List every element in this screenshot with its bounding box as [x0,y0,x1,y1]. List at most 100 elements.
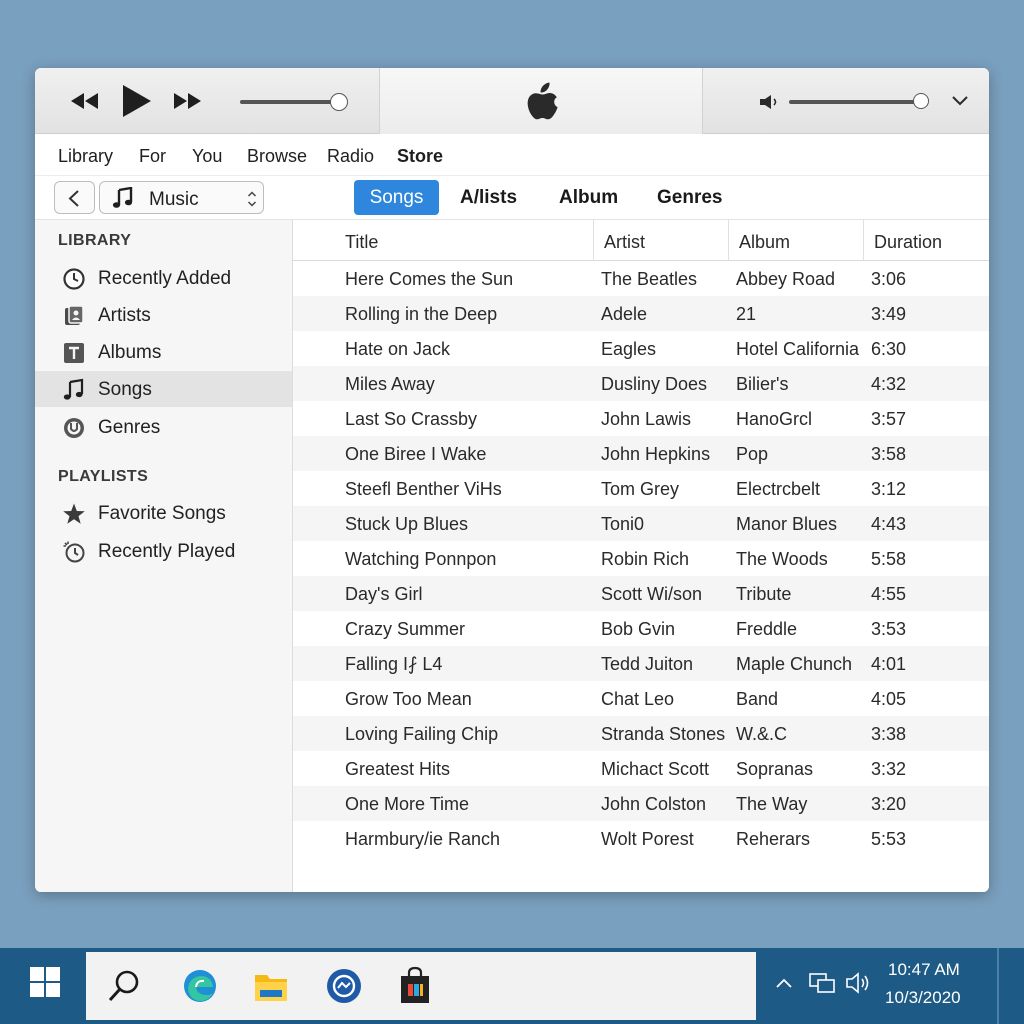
column-header-title[interactable]: Title [293,220,593,261]
cell-title: Last So Crassby [345,409,478,429]
star-icon [63,503,85,524]
table-row[interactable]: Harmbury/ie Ranch Wolt Porest Reherars 5:53 [293,821,989,856]
cell-artist: Chat Leo [601,689,675,709]
cell-artist: The Beatles [601,269,698,289]
playback-controls [35,68,379,134]
cell-artist: Toni0 [601,514,645,534]
clock-date[interactable]: 10/3/2020 [885,988,961,1008]
albums-icon [64,343,84,363]
sidebar-item-albums[interactable]: Albums [35,334,292,370]
cell-artist: John Colston [601,794,707,814]
table-row[interactable]: Here Comes the Sun The Beatles Abbey Road 3… [293,261,989,296]
cell-artist: Scott Wi/son [601,584,703,604]
sidebar-item-recently-played[interactable]: Recently Played [35,533,292,569]
cell-title: One Biree I Wake [345,444,487,464]
network-icon[interactable] [808,972,836,994]
table-row[interactable]: Steefl Benther ViHs Tom Grey Electrcbelt 3:… [293,471,989,506]
table-row[interactable]: Last So Crassby John Lawis HanoGrcl 3:57 [293,401,989,436]
music-note-icon [112,187,133,208]
tab-playlists[interactable]: A/lists [460,180,517,215]
windows-start-icon[interactable] [29,966,61,998]
cell-album: Tribute [736,584,792,604]
cell-album: 21 [736,304,757,324]
table-row[interactable]: Hate on Jack Eagles Hotel California 6:30 [293,331,989,366]
table-row[interactable]: One More Time John Colston The Way 3:20 [293,786,989,821]
cell-artist: John Hepkins [601,444,711,464]
fast-forward-icon[interactable] [171,91,203,111]
column-header-album[interactable]: Album [728,220,863,261]
cell-album: The Way [736,794,808,814]
nav-you[interactable]: You [192,146,222,167]
cell-title: Watching Ponnpon [345,549,497,569]
column-header-duration[interactable]: Duration [863,220,989,261]
tab-genres[interactable]: Genres [657,180,722,215]
rewind-icon[interactable] [69,91,101,111]
cell-artist: Dusliny Does [601,374,708,394]
table-row[interactable]: Grow Too Mean Chat Leo Band 4:05 [293,681,989,716]
volume-icon[interactable] [845,972,873,994]
media-source-select[interactable]: Music [99,181,264,214]
table-row[interactable]: Stuck Up Blues Toni0 Manor Blues 4:43 [293,506,989,541]
cell-album: Reherars [736,829,811,849]
table-row[interactable]: Watching Ponnpon Robin Rich The Woods 5:58 [293,541,989,576]
cell-artist: Adele [601,304,648,324]
sidebar-item-recently-added[interactable]: Recently Added [35,260,292,296]
store-icon[interactable] [399,966,431,1004]
progress-slider[interactable] [240,92,350,112]
toolbar: Music Songs A/lists Album Genres [35,176,989,220]
edge-icon[interactable] [182,968,218,1004]
search-icon[interactable] [106,968,142,1004]
sidebar-item-genres[interactable]: Genres [35,409,292,445]
back-button[interactable] [54,181,95,214]
songs-table: Title Artist Album Duration Here Comes t… [293,220,989,892]
volume-slider[interactable] [789,92,939,112]
table-row[interactable]: Falling I⨏ L4 Tedd Juiton Maple Chunch 4:01 [293,646,989,681]
play-icon[interactable] [121,84,153,118]
volume-track [789,100,923,104]
sidebar-item-label: Favorite Songs [98,503,226,524]
chevron-up-icon[interactable] [775,977,793,989]
cell-album: Bilier's [736,374,789,394]
sidebar-item-songs[interactable]: Songs [35,371,292,407]
tab-album[interactable]: Album [559,180,618,215]
genres-icon [64,418,84,438]
cell-album: W.&.C [736,724,788,744]
cell-artist: Tom Grey [601,479,680,499]
cell-album: Sopranas [736,759,814,779]
sidebar-item-favorite-songs[interactable]: Favorite Songs [35,495,292,531]
tab-songs[interactable]: Songs [354,180,439,215]
cell-artist: Bob Gvin [601,619,676,639]
cell-album: Electrcbelt [736,479,821,499]
file-explorer-icon[interactable] [254,970,288,1002]
messenger-icon[interactable] [326,968,362,1004]
volume-thumb[interactable] [913,93,929,109]
chevron-down-icon[interactable] [951,95,969,107]
table-row[interactable]: One Biree I Wake John Hepkins Pop 3:58 [293,436,989,471]
table-row[interactable]: Crazy Summer Bob Gvin Freddle 3:53 [293,611,989,646]
progress-track [240,100,340,104]
nav-for[interactable]: For [139,146,166,167]
show-desktop-button[interactable] [997,948,999,1024]
table-row[interactable]: Rolling in the Deep Adele 21 3:49 [293,296,989,331]
itunes-window: Library For You Browse Radio Store Music… [35,68,989,892]
cell-artist: Michact Scott [601,759,710,779]
now-playing-area [379,68,703,134]
nav-store[interactable]: Store [397,146,443,167]
nav-browse[interactable]: Browse [247,146,307,167]
sidebar-item-artists[interactable]: Artists [35,297,292,333]
column-header-artist[interactable]: Artist [593,220,728,261]
table-row[interactable]: Day's Girl Scott Wi/son Tribute 4:55 [293,576,989,611]
nav-library[interactable]: Library [58,146,113,167]
table-row[interactable]: Miles Away Dusliny Does Bilier's 4:32 [293,366,989,401]
table-row[interactable]: Greatest Hits Michact Scott Sopranas 3:32 [293,751,989,786]
cell-duration: 6:30 [871,339,907,359]
table-row[interactable]: Loving Failing Chip Stranda Stones W.&.C 3:… [293,716,989,751]
clock-time[interactable]: 10:47 AM [888,960,960,980]
cell-album: The Woods [736,549,828,569]
sidebar-item-label: Artists [98,305,151,326]
cell-title: Hate on Jack [345,339,451,359]
progress-thumb[interactable] [330,93,348,111]
cell-duration: 3:12 [871,479,907,499]
nav-radio[interactable]: Radio [327,146,374,167]
cell-duration: 3:38 [871,724,907,744]
